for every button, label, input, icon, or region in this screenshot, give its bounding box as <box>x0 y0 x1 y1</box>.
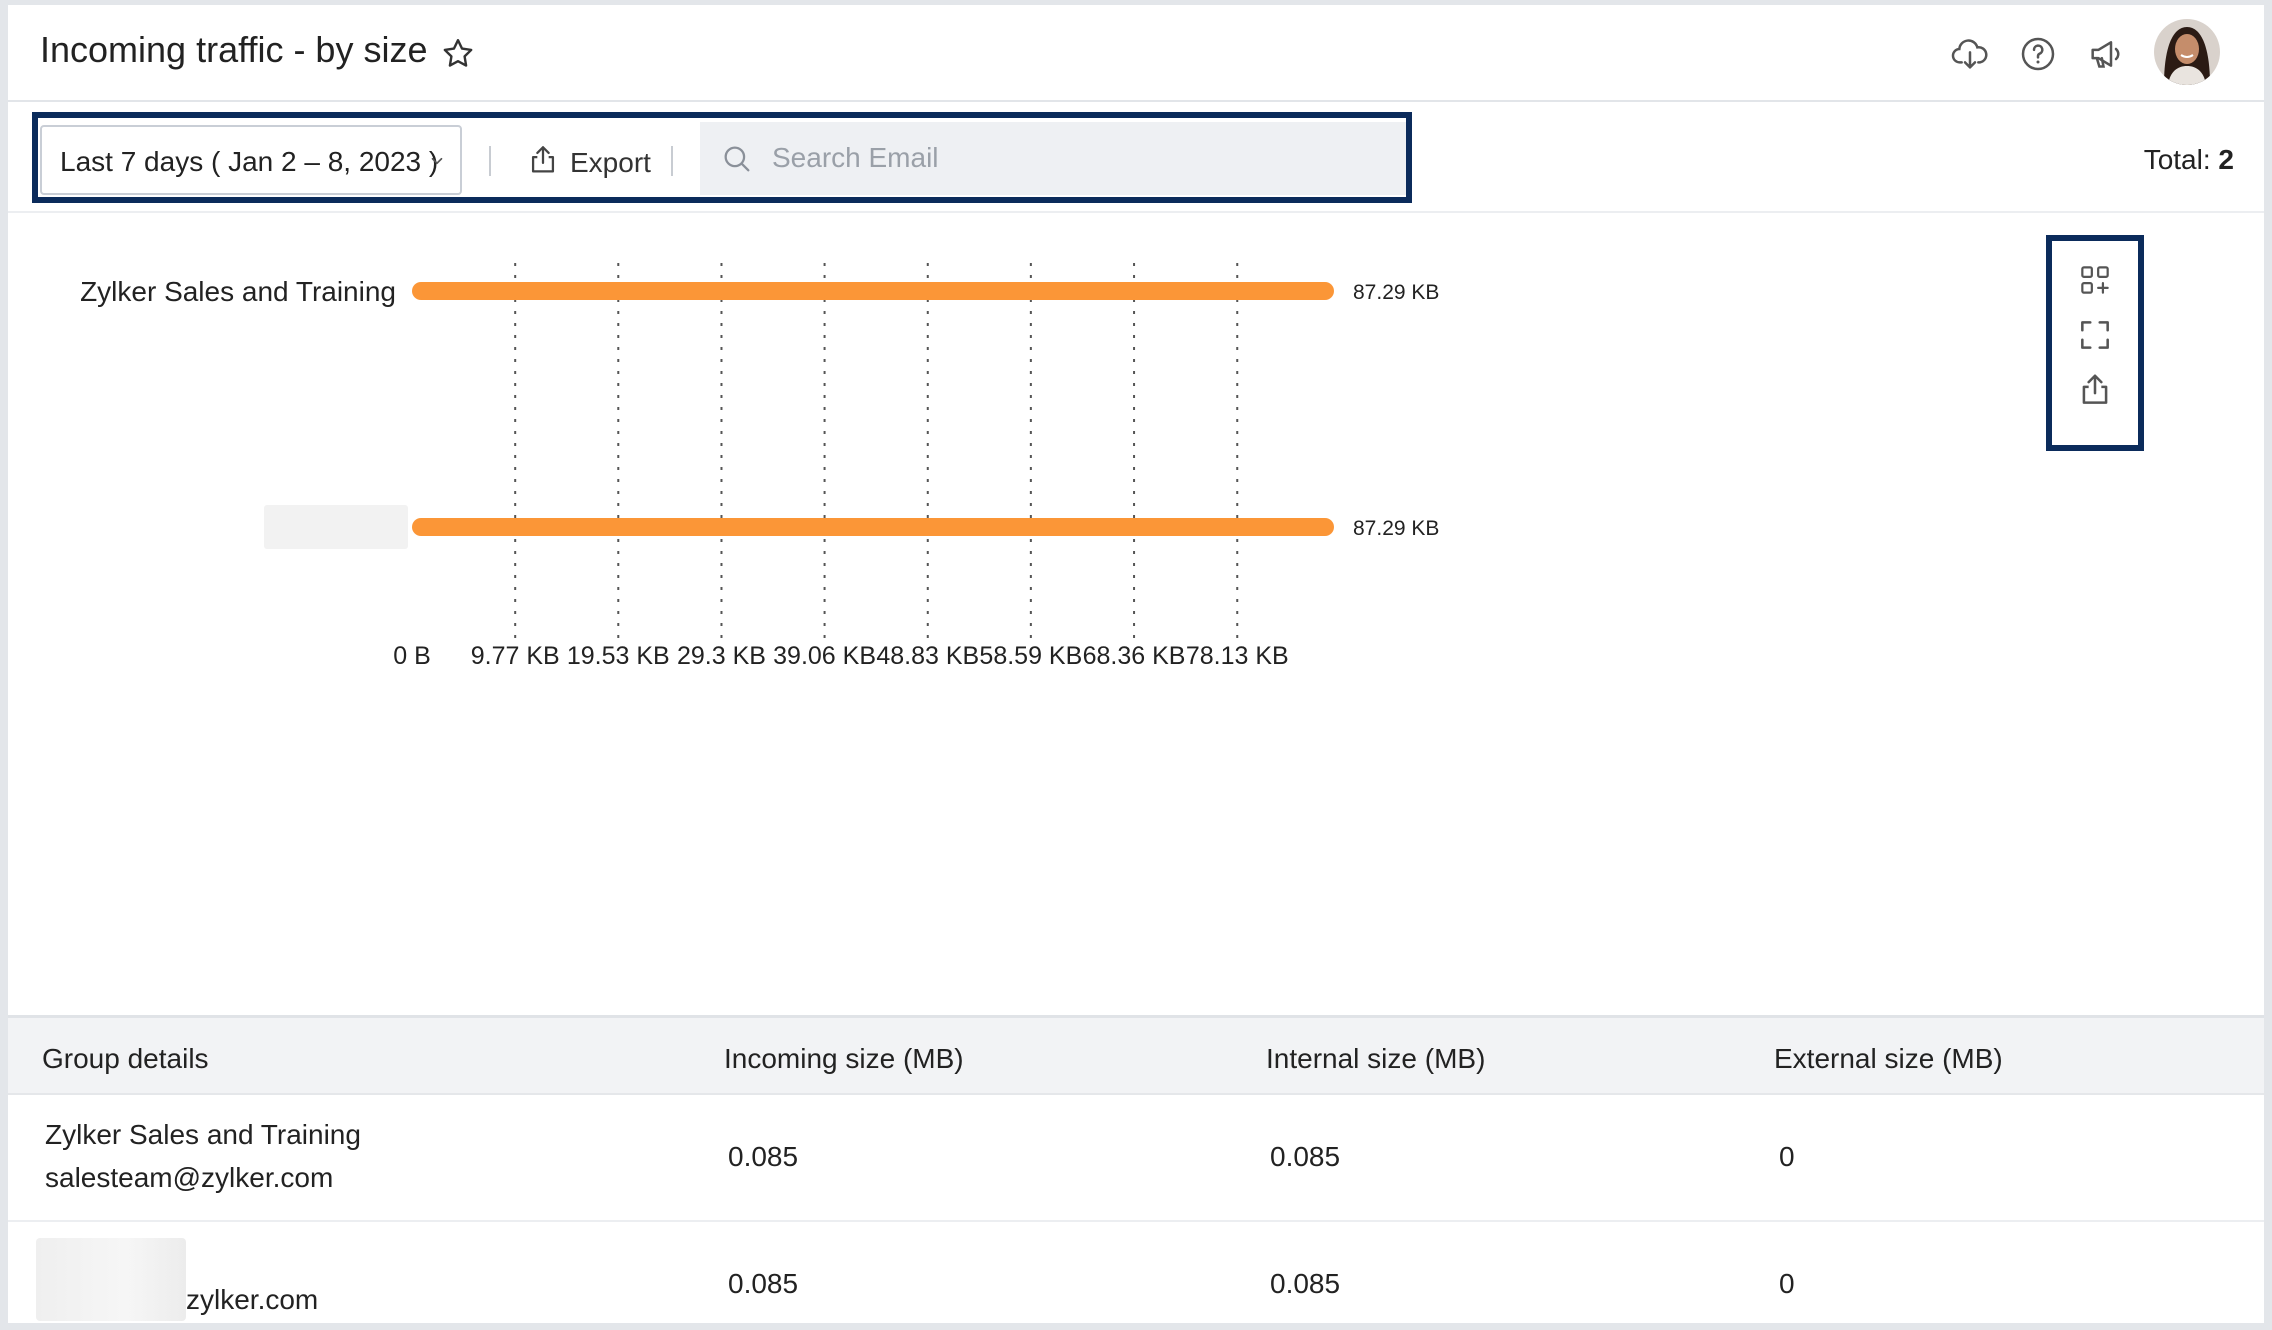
search-email-input[interactable] <box>772 136 1372 180</box>
column-header[interactable]: Incoming size (MB) <box>724 1043 964 1075</box>
redacted-category-label <box>264 505 408 549</box>
total-value: 2 <box>2218 144 2234 175</box>
data-label: 87.29 KB <box>1353 281 1439 304</box>
column-header[interactable]: Group details <box>42 1043 209 1075</box>
bar-chart: 0 B 9.77 KB 19.53 KB 29.3 KB 39.06 KB 48.83 K… <box>80 263 1439 670</box>
category-label: Zylker Sales and Training <box>80 276 396 307</box>
date-range-select[interactable]: Last 7 days ( Jan 2 – 8, 2023 ) <box>40 125 462 195</box>
page-header: Incoming traffic - by size <box>8 5 2264 102</box>
table-row[interactable]: Zylker Sales and Training salesteam@zylk… <box>8 1095 2264 1222</box>
table-row[interactable]: zylker.com 0.085 0.085 0 <box>8 1222 2264 1323</box>
data-label: 87.29 KB <box>1353 517 1439 540</box>
total-count: Total: 2 <box>2144 144 2234 176</box>
external-size: 0 <box>1779 1268 1795 1299</box>
cloud-download-icon[interactable] <box>1950 34 1990 74</box>
toolbar-divider <box>671 146 673 176</box>
x-tick-label: 58.59 KB <box>979 642 1082 670</box>
bar[interactable] <box>412 518 1334 536</box>
group-email: zylker.com <box>186 1284 319 1315</box>
search-icon <box>724 146 750 172</box>
internal-size: 0.085 <box>1270 1141 1341 1172</box>
x-tick-label: 9.77 KB <box>471 642 560 670</box>
x-tick-label: 29.3 KB <box>677 642 766 670</box>
redacted-name <box>36 1238 186 1321</box>
x-tick-label: 78.13 KB <box>1186 642 1289 670</box>
chevron-down-icon <box>431 157 443 165</box>
export-button[interactable]: Export <box>518 131 668 191</box>
x-tick-label: 48.83 KB <box>876 642 979 670</box>
x-tick-label: 68.36 KB <box>1083 642 1186 670</box>
search-box <box>700 122 1406 195</box>
total-label: Total: <box>2143 144 2211 175</box>
x-tick-label: 0 B <box>393 642 431 670</box>
incoming-size: 0.085 <box>728 1141 799 1172</box>
share-icon[interactable] <box>2076 371 2114 409</box>
x-tick-label: 39.06 KB <box>773 642 876 670</box>
date-range-label: Last 7 days ( Jan 2 – 8, 2023 ) <box>60 146 439 177</box>
internal-size: 0.085 <box>1270 1268 1341 1299</box>
column-header[interactable]: Internal size (MB) <box>1266 1043 1485 1075</box>
chart-tools-highlight <box>2046 235 2144 451</box>
announcement-icon[interactable] <box>2086 34 2126 74</box>
chart-area: 0 B 9.77 KB 19.53 KB 29.3 KB 39.06 KB 48.83 K… <box>8 215 2264 1015</box>
help-icon[interactable] <box>2018 34 2058 74</box>
fullscreen-icon[interactable] <box>2076 316 2114 354</box>
export-label: Export <box>570 147 651 178</box>
report-page: Incoming traffic - by size Last 7 days (… <box>8 5 2264 1323</box>
external-size: 0 <box>1779 1141 1795 1172</box>
star-icon[interactable] <box>440 36 476 72</box>
page-title: Incoming traffic - by size <box>40 29 428 70</box>
x-tick-label: 19.53 KB <box>567 642 670 670</box>
group-name: Zylker Sales and Training <box>45 1119 361 1150</box>
group-email: salesteam@zylker.com <box>45 1162 334 1193</box>
avatar[interactable] <box>2154 19 2220 85</box>
toolbar-divider <box>489 146 491 176</box>
table-header: Group details Incoming size (MB) Interna… <box>8 1015 2264 1095</box>
widgets-icon[interactable] <box>2076 261 2114 299</box>
export-icon <box>531 146 555 173</box>
incoming-size: 0.085 <box>728 1268 799 1299</box>
column-header[interactable]: External size (MB) <box>1774 1043 2003 1075</box>
bar[interactable] <box>412 282 1334 300</box>
